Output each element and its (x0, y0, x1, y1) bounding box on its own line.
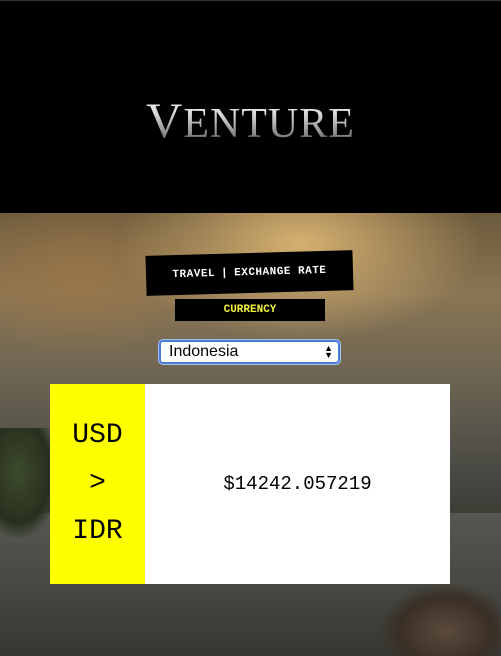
title-exchange-rate: EXCHANGE RATE (234, 264, 327, 280)
title-travel: TRAVEL (172, 267, 216, 282)
rock-silhouette (380, 583, 500, 656)
currency-pair: USD > IDR (50, 384, 145, 584)
logo-text: ENTURE (183, 101, 355, 147)
country-select-value: Indonesia (169, 343, 239, 360)
to-currency: IDR (72, 516, 123, 547)
logo-initial: V (146, 92, 184, 148)
from-currency: USD (72, 420, 123, 451)
pair-arrow: > (89, 468, 106, 499)
title-separator: | (220, 267, 229, 280)
section-title: TRAVEL | EXCHANGE RATE (145, 250, 354, 296)
exchange-rate-value: $14242.057219 (223, 473, 372, 495)
site-header: VENTURE (0, 0, 501, 213)
select-arrows-icon: ▲ ▼ (324, 343, 333, 360)
venture-logo[interactable]: VENTURE (0, 91, 501, 149)
exchange-card: USD > IDR $14242.057219 (50, 384, 450, 584)
currency-label: CURRENCY (175, 299, 325, 321)
country-select[interactable]: Indonesia ▲ ▼ (159, 340, 340, 364)
